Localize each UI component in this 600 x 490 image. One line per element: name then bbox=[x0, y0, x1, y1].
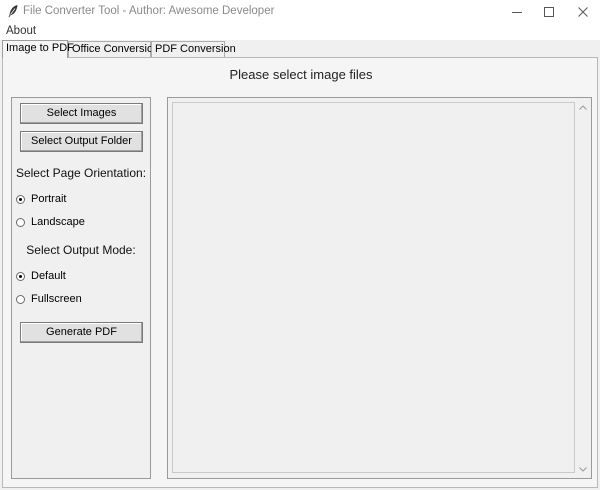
radio-landscape[interactable]: Landscape bbox=[16, 215, 85, 229]
scroll-up-button[interactable] bbox=[576, 100, 590, 114]
minimize-icon bbox=[512, 11, 522, 13]
controls-panel: Select Images Select Output Folder Selec… bbox=[11, 97, 151, 479]
tab-content: Please select image files Select Images … bbox=[2, 57, 598, 488]
scroll-down-button[interactable] bbox=[576, 462, 590, 476]
page-header: Please select image files bbox=[229, 67, 373, 82]
radio-checked-icon[interactable] bbox=[16, 194, 25, 204]
tab-office-conversion[interactable]: Office Conversion bbox=[68, 41, 159, 57]
radio-default-label: Default bbox=[31, 270, 66, 282]
file-list-panel bbox=[167, 97, 592, 479]
chevron-down-icon bbox=[579, 466, 587, 472]
minimize-button[interactable] bbox=[500, 0, 534, 23]
radio-fullscreen-label: Fullscreen bbox=[31, 293, 82, 305]
radio-landscape-label: Landscape bbox=[31, 216, 85, 228]
vertical-scrollbar[interactable] bbox=[576, 100, 590, 476]
radio-unchecked-icon[interactable] bbox=[16, 217, 25, 227]
output-mode-label: Select Output Mode: bbox=[26, 243, 136, 257]
orientation-label: Select Page Orientation: bbox=[15, 166, 147, 180]
select-images-button[interactable]: Select Images bbox=[20, 103, 143, 124]
select-output-folder-button[interactable]: Select Output Folder bbox=[20, 131, 143, 152]
menu-bar: About bbox=[0, 23, 600, 40]
tab-bar: Image to PDF Office Conversion PDF Conve… bbox=[0, 40, 600, 58]
tab-image-to-pdf[interactable]: Image to PDF bbox=[2, 40, 74, 58]
menu-about[interactable]: About bbox=[6, 25, 36, 37]
radio-checked-icon[interactable] bbox=[16, 271, 25, 281]
window-title: File Converter Tool - Author: Awesome De… bbox=[23, 5, 275, 17]
close-button[interactable] bbox=[566, 0, 600, 23]
radio-portrait-label: Portrait bbox=[31, 193, 67, 205]
tab-pdf-conversion[interactable]: PDF Conversion bbox=[151, 41, 236, 57]
maximize-button[interactable] bbox=[532, 0, 566, 23]
maximize-icon bbox=[544, 6, 554, 17]
radio-portrait[interactable]: Portrait bbox=[16, 192, 66, 206]
feather-icon bbox=[6, 4, 20, 18]
file-listbox[interactable] bbox=[172, 102, 575, 473]
radio-fullscreen[interactable]: Fullscreen bbox=[16, 292, 82, 306]
radio-unchecked-icon[interactable] bbox=[16, 294, 25, 304]
chevron-up-icon bbox=[579, 104, 587, 110]
title-bar[interactable]: File Converter Tool - Author: Awesome De… bbox=[0, 0, 600, 23]
generate-pdf-button[interactable]: Generate PDF bbox=[20, 322, 143, 343]
radio-default[interactable]: Default bbox=[16, 269, 66, 283]
close-icon bbox=[578, 6, 588, 17]
